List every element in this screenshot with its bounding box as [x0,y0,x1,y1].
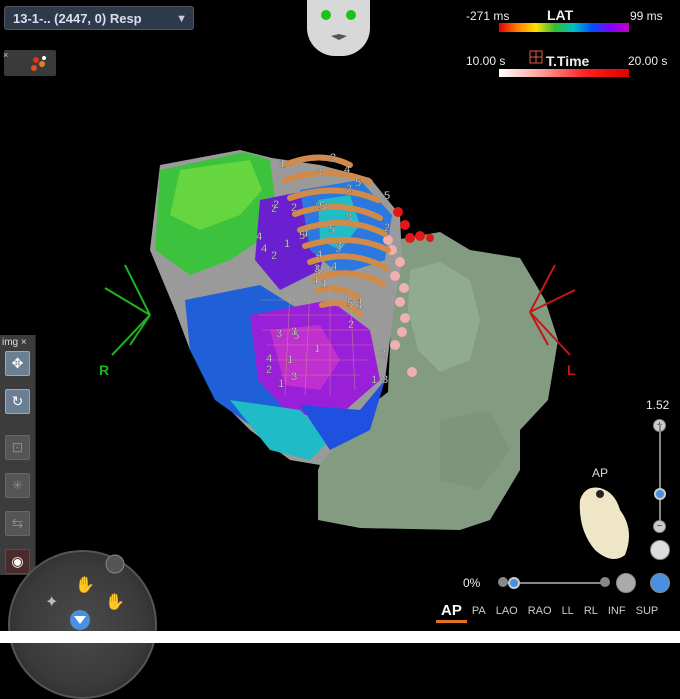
zoom-slider-track[interactable] [659,424,661,524]
image-tool-panel: img × ✥ ↻ ⊡ ✳ ⇆ ◉ [0,335,36,575]
rotate-tool-button[interactable]: ↻ [5,389,30,414]
right-orientation-marker [104,264,151,356]
tag-number-16: 1 [278,378,284,390]
tag-number-26: 2 [273,199,279,211]
tag-number-44: 3 [291,371,297,383]
tag-number-32: 1 [314,343,320,355]
tag-number-28: 4 [261,243,267,255]
tag-number-42: 1 [284,238,290,250]
view-orientation-label: AP [592,466,609,480]
tag-number-6: 4 [344,164,350,176]
tag-number-14: 4 [312,275,318,287]
tag-number-34: 2 [291,202,297,214]
tag-number-0: 1 [321,278,327,290]
tag-number-18: 5 [329,224,335,236]
view-tab-inf[interactable]: INF [603,602,631,623]
tag-number-31: 3 [314,263,320,275]
tag-number-45: 4 [256,231,262,243]
tag-number-12: 2 [271,250,277,262]
right-label: R [99,362,110,378]
view-tab-rao[interactable]: RAO [523,602,557,623]
move-arrows-icon: ✥ [11,355,24,371]
heart-orientation-thumbnail [579,487,629,559]
tag-number-24: 3 [336,240,342,252]
tag-number-43: 2 [348,319,354,331]
tag-number-35: 5 [355,177,361,189]
tool-button-5[interactable]: ⇆ [5,511,30,536]
tag-number-22: 1 [287,354,293,366]
tag-number-37: 1 [371,374,377,386]
reset-view-button[interactable] [650,540,670,560]
left-label: L [567,362,576,378]
bottom-strip [0,631,680,643]
svg-text:✋: ✋ [105,592,125,611]
view-tab-ap[interactable]: AP [436,602,467,623]
tag-number-10: 1 [279,158,285,170]
tool-panel-title: img [2,337,19,348]
tag-number-21: 2 [266,364,272,376]
tag-number-33: 4 [316,249,322,261]
view-tab-lao[interactable]: LAO [491,602,523,623]
tool-button-4[interactable]: ✳ [5,473,30,498]
tag-number-19: 3 [276,328,282,340]
zoom-slider-knob[interactable] [654,488,666,500]
tool-5-icon: ⇆ [11,515,24,531]
tag-number-39: 4 [356,296,362,308]
navigation-wheel[interactable]: ✦ ✋ ✋ [8,550,157,699]
wheel-tools-icon: ✦ ✋ ✋ [45,554,125,630]
sphere-view-button[interactable] [616,573,636,593]
anatomy-3d-viewport[interactable]: 1254354324132543125342153123452314253124… [0,0,680,643]
view-tab-sup[interactable]: SUP [631,602,664,623]
view-tab-ll[interactable]: LL [557,602,579,623]
tag-number-23: 5 [319,201,325,213]
view-tabs: AP PA LAO RAO LL RL INF SUP [436,602,663,623]
tag-number-13: 5 [384,190,390,202]
zoom-out-button[interactable]: − [653,520,666,533]
tag-number-15: 3 [346,212,352,224]
tool-4-icon: ✳ [11,477,24,493]
tag-number-8: 2 [346,183,352,195]
view-toggle-button[interactable] [650,573,670,593]
tag-number-29: 5 [347,298,353,310]
tag-number-41: 5 [299,230,305,242]
zoom-value: 1.52 [646,398,670,412]
opacity-max-button[interactable] [600,577,610,587]
tag-number-27: 3 [316,167,322,179]
tag-number-11: 3 [382,374,388,386]
view-tab-pa[interactable]: PA [467,602,491,623]
view-tab-rl[interactable]: RL [579,602,603,623]
tag-number-9: 4 [331,261,337,273]
tag-number-40: 3 [330,152,336,164]
svg-text:✦: ✦ [45,592,58,611]
tool-button-3[interactable]: ⊡ [5,435,30,460]
opacity-value: 0% [463,576,481,590]
svg-text:✋: ✋ [75,575,95,594]
tool-panel-close-icon[interactable]: × [21,337,27,348]
opacity-slider-knob[interactable] [508,577,520,589]
tag-number-30: 2 [384,222,390,234]
tag-number-36: 3 [291,326,297,338]
tag-number-38: 2 [380,348,386,360]
rotate-icon: ↻ [11,393,24,409]
pan-tool-button[interactable]: ✥ [5,351,30,376]
tool-3-icon: ⊡ [11,439,24,455]
